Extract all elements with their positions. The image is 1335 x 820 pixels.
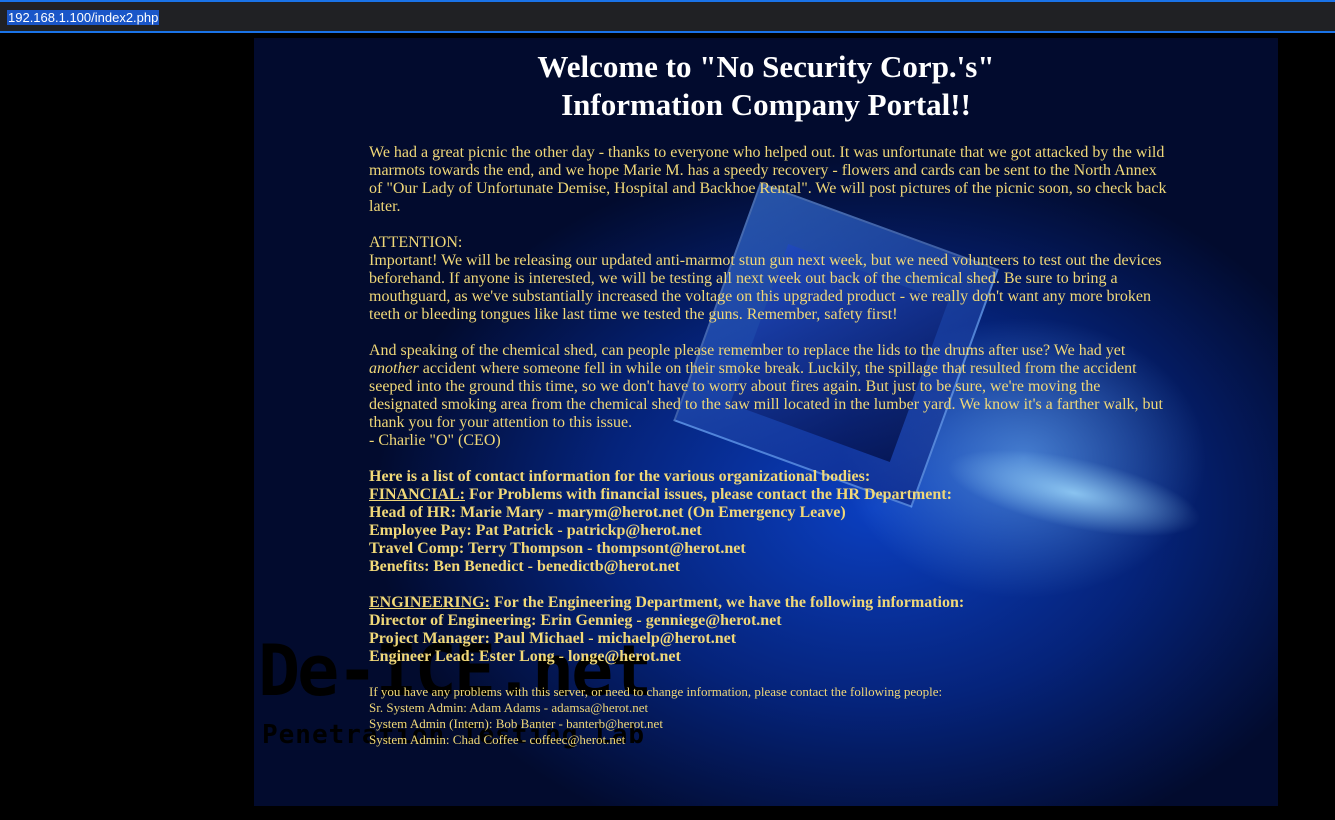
contact-item: Benefits: Ben Benedict - benedictb@herot… (369, 558, 680, 575)
news-body: We had a great picnic the other day - th… (369, 144, 1169, 748)
picnic-paragraph: We had a great picnic the other day - th… (369, 144, 1167, 215)
contact-item: Head of HR: Marie Mary - marym@herot.net… (369, 504, 846, 521)
address-url[interactable]: 192.168.1.100/index2.php (7, 10, 160, 25)
contact-item: Project Manager: Paul Michael - michaelp… (369, 630, 737, 647)
contact-item: Engineer Lead: Ester Long - longe@herot.… (369, 648, 681, 665)
title-line-2: Information Company Portal!! (561, 87, 971, 122)
engineering-label: ENGINEERING: (369, 594, 490, 611)
page-title: Welcome to "No Security Corp.'s" Informa… (254, 48, 1278, 124)
ceo-signature: - Charlie "O" (CEO) (369, 432, 501, 449)
admin-section: If you have any problems with this serve… (369, 684, 1169, 748)
shed-text-start: And speaking of the chemical shed, can p… (369, 342, 1126, 359)
engineering-header: ENGINEERING: For the Engineering Departm… (369, 594, 1169, 612)
admin-item: Sr. System Admin: Adam Adams - adamsa@he… (369, 700, 649, 715)
contact-item: Travel Comp: Terry Thompson - thompsont@… (369, 540, 746, 557)
admin-item: System Admin (Intern): Bob Banter - bant… (369, 716, 663, 731)
chemical-shed-paragraph: And speaking of the chemical shed, can p… (369, 342, 1169, 432)
shed-text-rest: accident where someone fell in while on … (369, 360, 1163, 431)
financial-header: FINANCIAL: For Problems with financial i… (369, 486, 1169, 504)
engineering-desc: For the Engineering Department, we have … (489, 594, 965, 611)
title-line-1: Welcome to "No Security Corp.'s" (537, 49, 995, 84)
contacts-intro: Here is a list of contact information fo… (369, 468, 871, 485)
financial-label: FINANCIAL: (369, 486, 465, 503)
portal-page: De-ICE.net Penetration Testing Lab Welco… (254, 38, 1278, 806)
admin-intro: If you have any problems with this serve… (369, 684, 943, 699)
contact-item: Director of Engineering: Erin Gennieg - … (369, 612, 782, 629)
shed-text-italic: another (369, 360, 419, 377)
financial-desc: For Problems with financial issues, plea… (465, 486, 952, 503)
attention-label: ATTENTION: (369, 234, 463, 251)
attention-paragraph: Important! We will be releasing our upda… (369, 252, 1162, 323)
browser-address-bar[interactable]: 192.168.1.100/index2.php (0, 0, 1335, 33)
contacts-section: Here is a list of contact information fo… (369, 468, 1169, 666)
admin-item: System Admin: Chad Coffee - coffeec@hero… (369, 732, 626, 747)
contact-item: Employee Pay: Pat Patrick - patrickp@her… (369, 522, 702, 539)
